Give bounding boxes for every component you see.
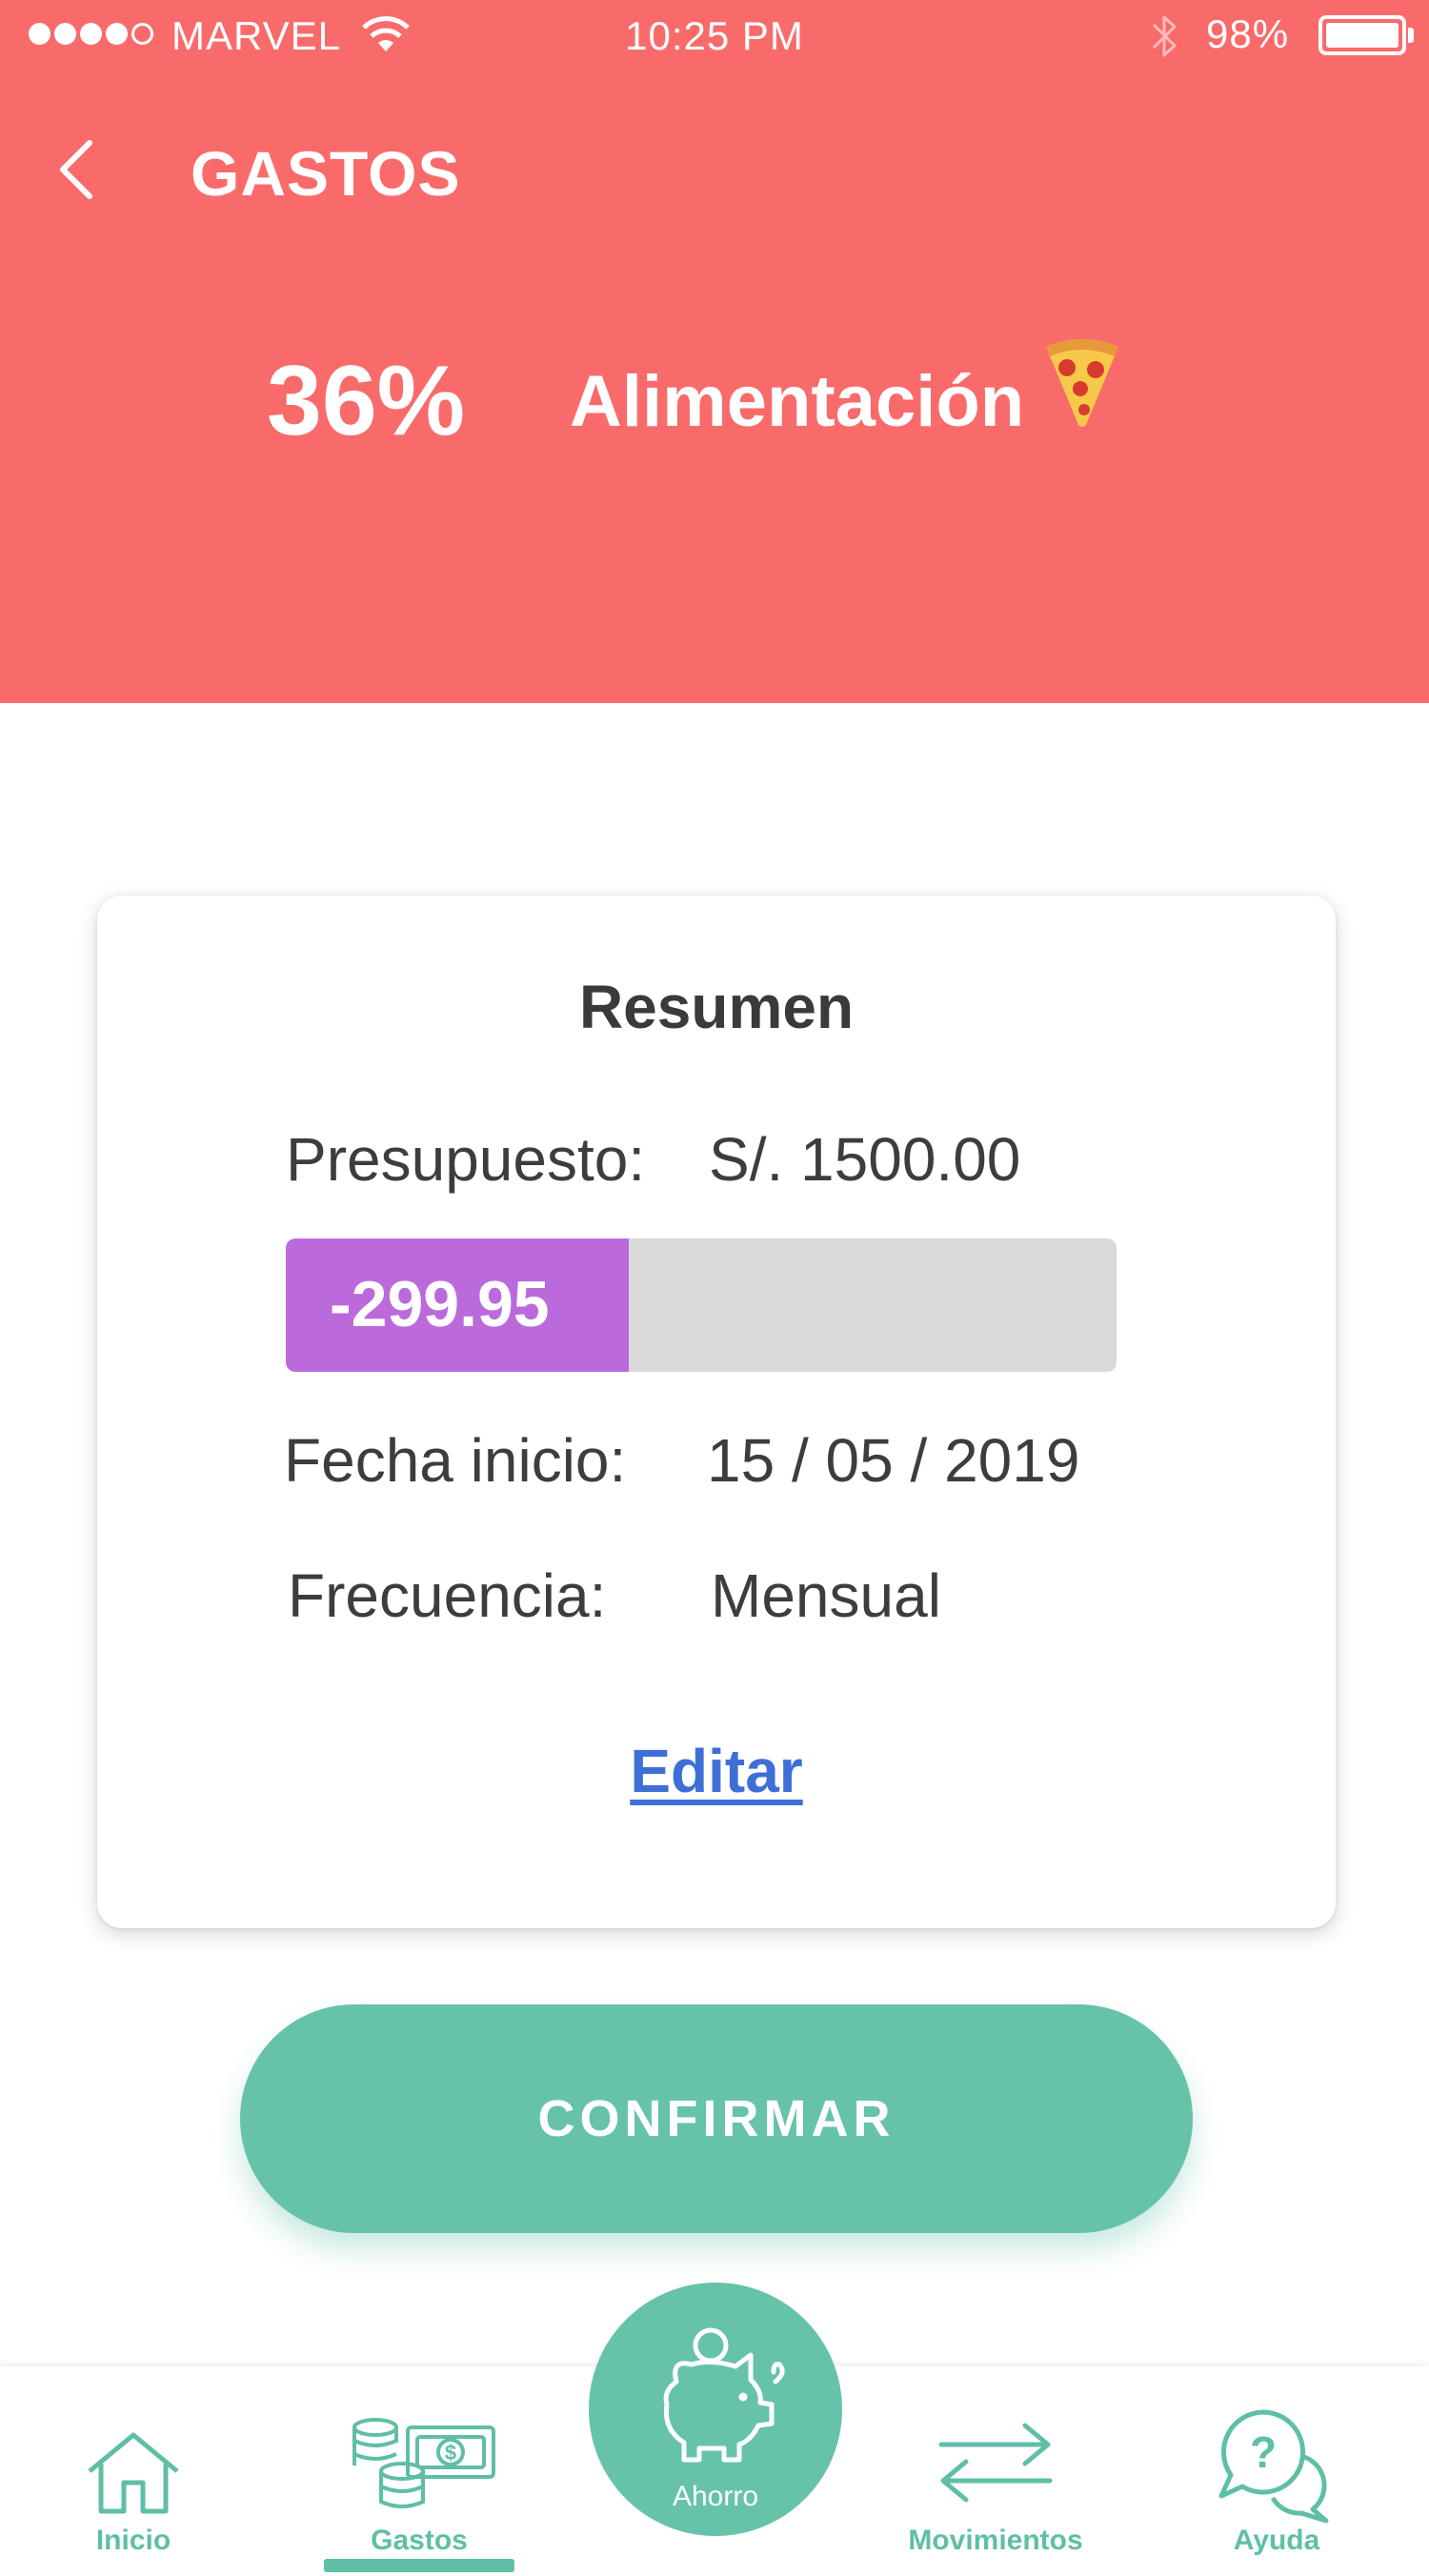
spent-amount: -299.95: [330, 1268, 550, 1340]
summary-card: Resumen Presupuesto: S/. 1500.00 -299.95…: [97, 896, 1336, 1928]
start-date-value: 15 / 05 / 2019: [707, 1426, 1080, 1495]
back-button[interactable]: [48, 133, 105, 206]
category-percent: 36%: [267, 346, 466, 456]
battery-icon: [1318, 15, 1406, 55]
category-name: Alimentación: [570, 361, 1025, 442]
tab-ayuda[interactable]: ? Ayuda: [1191, 2366, 1362, 2576]
money-icon: $: [352, 2418, 495, 2508]
tab-label: Gastos: [371, 2525, 468, 2556]
help-chat-icon: ?: [1218, 2409, 1329, 2524]
budget-value: S/. 1500.00: [709, 1125, 1021, 1194]
home-icon: [88, 2432, 179, 2514]
pizza-icon: [1046, 339, 1118, 427]
piggy-bank-icon: [663, 2327, 785, 2463]
budget-label: Presupuesto:: [286, 1125, 646, 1194]
active-tab-indicator: [324, 2559, 514, 2572]
chevron-left-icon: [60, 140, 92, 199]
tab-gastos[interactable]: $ Gastos: [333, 2366, 505, 2576]
tab-ahorro[interactable]: Ahorro: [589, 2283, 842, 2536]
svg-text:?: ?: [1250, 2427, 1277, 2477]
start-date-label: Fecha inicio:: [284, 1426, 627, 1495]
frequency-label: Frecuencia:: [288, 1561, 607, 1630]
svg-text:$: $: [445, 2441, 456, 2465]
frequency-value: Mensual: [711, 1561, 941, 1630]
tab-label: Inicio: [95, 2525, 171, 2556]
status-bar: MARVEL 10:25 PM 98%: [0, 0, 1429, 70]
tab-label: Movimientos: [908, 2525, 1083, 2556]
tab-movimientos[interactable]: Movimientos: [886, 2366, 1105, 2576]
budget-progress-bar: -299.95: [286, 1238, 1117, 1372]
summary-title: Resumen: [578, 973, 855, 1041]
edit-link[interactable]: Editar: [97, 1736, 1336, 1806]
tab-label: Ahorro: [672, 2481, 759, 2512]
transfer-icon: [938, 2423, 1053, 2503]
confirm-button[interactable]: CONFIRMAR: [240, 2004, 1193, 2233]
tab-inicio[interactable]: Inicio: [57, 2366, 210, 2576]
header: MARVEL 10:25 PM 98% GASTOS 36% Alimentac…: [0, 0, 1429, 703]
bluetooth-icon: [1152, 15, 1177, 57]
battery-percent: 98%: [1206, 11, 1290, 56]
page-title: GASTOS: [191, 138, 461, 209]
tab-label: Ayuda: [1233, 2525, 1320, 2556]
